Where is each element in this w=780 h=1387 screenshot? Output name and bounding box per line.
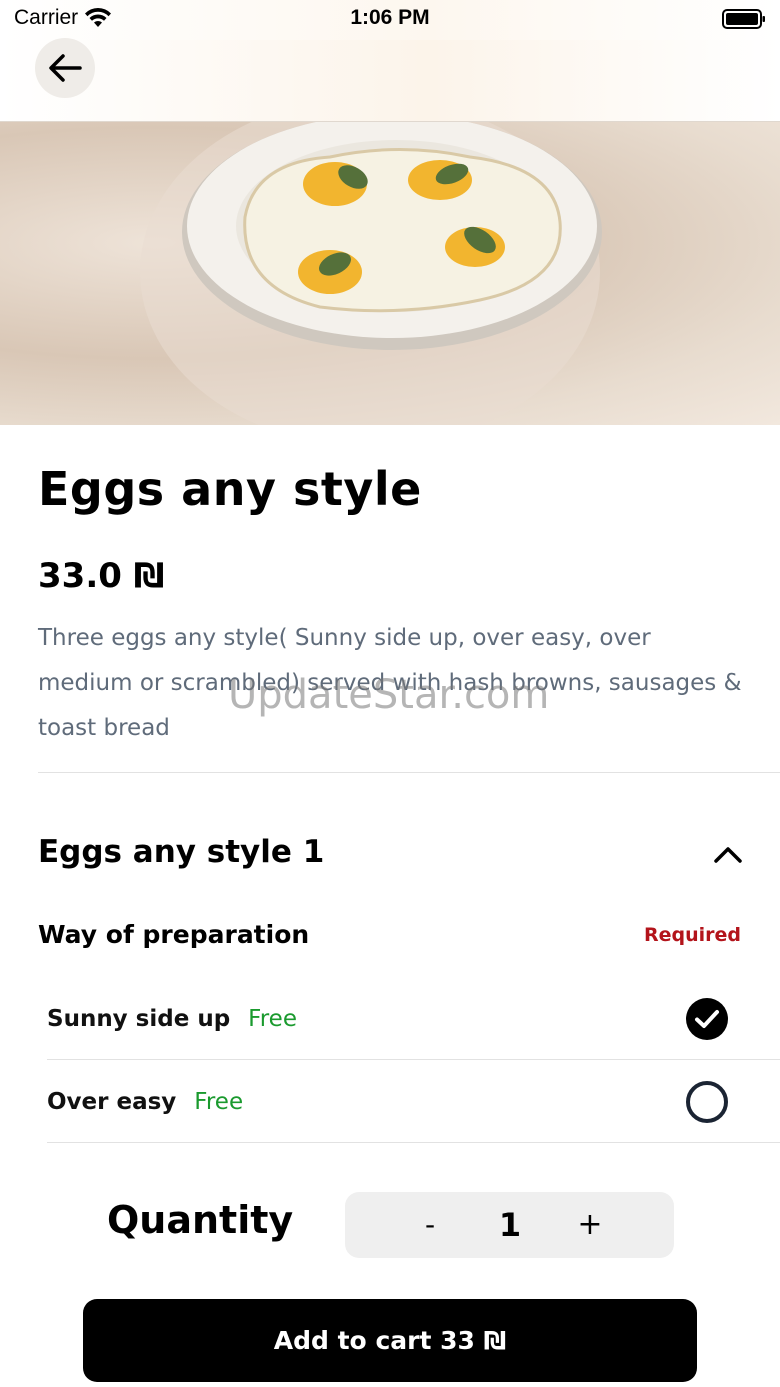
- battery-icon: [722, 9, 765, 29]
- product-description: Three eggs any style( Sunny side up, ove…: [38, 625, 742, 741]
- option-group-label: Way of preparation: [38, 920, 310, 949]
- required-badge: Required: [643, 924, 741, 946]
- quantity-stepper: - 1 +: [345, 1192, 674, 1258]
- option-price: Free: [248, 1005, 297, 1032]
- option-name: Sunny side up: [47, 1005, 231, 1032]
- option-over-easy[interactable]: Over easy Free: [47, 1061, 780, 1143]
- arrow-left-icon: [49, 54, 82, 82]
- increment-button[interactable]: +: [565, 1204, 615, 1246]
- collapse-section-button[interactable]: [708, 838, 748, 872]
- header: [0, 38, 780, 122]
- option-name: Over easy: [47, 1088, 177, 1115]
- divider: [38, 772, 780, 773]
- quantity-value: 1: [498, 1206, 522, 1244]
- product-price: 33.0 ₪: [38, 556, 165, 596]
- back-button[interactable]: [35, 38, 95, 98]
- status-time: 1:06 PM: [350, 6, 430, 29]
- chevron-up-icon: [714, 847, 742, 863]
- add-to-cart-button[interactable]: Add to cart 33 ₪: [83, 1299, 697, 1382]
- options-section-title: Eggs any style 1: [38, 834, 325, 870]
- radio-empty-icon[interactable]: [685, 1080, 729, 1124]
- status-bar: Carrier 1:06 PM: [0, 0, 780, 40]
- quantity-label: Quantity: [107, 1198, 294, 1242]
- option-sunny-side-up[interactable]: Sunny side up Free: [47, 978, 780, 1060]
- decrement-button[interactable]: -: [405, 1204, 455, 1246]
- checkmark-circle-icon[interactable]: [685, 997, 729, 1041]
- product-image: [0, 122, 780, 425]
- fried-eggs-plate-illustration: [140, 122, 602, 425]
- product-title: Eggs any style: [38, 462, 422, 516]
- option-price: Free: [194, 1088, 244, 1115]
